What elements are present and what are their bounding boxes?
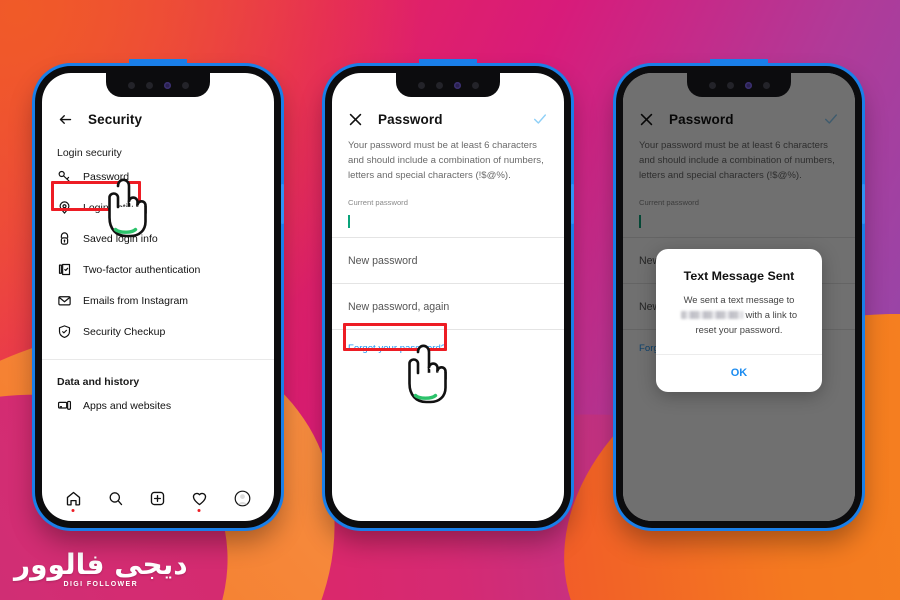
location-pin-icon — [57, 200, 72, 215]
nav-profile-avatar[interactable] — [233, 489, 252, 508]
dialog-title: Text Message Sent — [683, 269, 795, 283]
phone-mockup-security: Security Login security Password Login a… — [35, 59, 284, 528]
nav-badge-dot — [71, 508, 75, 512]
camera-dot-icon — [726, 81, 734, 89]
section-label-data-and-history: Data and history — [57, 376, 140, 388]
lock-icon — [57, 231, 72, 246]
sidebar-item-apps-and-websites[interactable]: Apps and websites — [42, 390, 274, 421]
nav-search-button[interactable] — [107, 490, 124, 507]
password-requirements-text: Your password must be at least 6 charact… — [348, 140, 544, 181]
sidebar-item-label: Apps and websites — [83, 399, 172, 412]
phone-screen-password: Password Your password must be at least … — [332, 73, 564, 521]
nav-add-post-button[interactable] — [149, 490, 166, 507]
dialog-body-before: We sent a text message to — [683, 294, 795, 305]
apps-websites-icon — [57, 398, 72, 413]
camera-dot-icon — [762, 81, 770, 89]
nav-badge-dot — [197, 508, 201, 512]
sidebar-item-label: Password — [83, 170, 130, 183]
sidebar-item-two-factor-authentication[interactable]: Two-factor authentication — [42, 254, 274, 285]
new-password-again-field[interactable]: New password, again — [332, 284, 564, 329]
current-password-field[interactable]: Current password — [332, 184, 564, 237]
data-history-list: Apps and websites — [42, 390, 274, 423]
page-title: Password — [378, 111, 443, 127]
phone-mockup-password-form: Password Your password must be at least … — [325, 59, 574, 528]
camera-dot-icon — [127, 81, 135, 89]
dialog-ok-button[interactable]: OK — [656, 355, 822, 392]
phone-notch — [396, 73, 500, 97]
nav-activity-button[interactable] — [191, 490, 208, 512]
sidebar-item-security-checkup[interactable]: Security Checkup — [42, 316, 274, 347]
watermark-english-text: DIGI FOLLOWER — [63, 581, 139, 588]
sidebar-item-emails-from-instagram[interactable]: Emails from Instagram — [42, 285, 274, 316]
phone-mockup-text-message-sent: Password Your password must be at least … — [616, 59, 865, 528]
sidebar-item-label: Two-factor authentication — [83, 263, 201, 276]
phone-speaker-tab — [710, 59, 768, 66]
phone-speaker-tab — [419, 59, 477, 66]
text-caret-icon — [348, 214, 350, 228]
text-message-sent-dialog: Text Message Sent We sent a text message… — [656, 249, 822, 393]
section-label-login-security: Login security — [57, 147, 122, 159]
close-icon[interactable] — [347, 111, 364, 128]
checkmark-icon[interactable] — [532, 111, 548, 127]
two-factor-icon — [57, 262, 72, 277]
phone-side-button — [571, 184, 574, 224]
watermark-persian-text: دیجی فالوور — [14, 548, 188, 581]
shield-check-icon — [57, 324, 72, 339]
camera-dot-icon — [181, 81, 189, 89]
phone-speaker-tab — [129, 59, 187, 66]
instagram-bottom-nav — [42, 481, 274, 515]
camera-dot-icon — [417, 81, 425, 89]
sidebar-item-label: Security Checkup — [83, 325, 166, 338]
poster-stage: دیجی فالوور DIGI FOLLOWER Security Login… — [0, 0, 900, 600]
arrow-left-icon[interactable] — [57, 112, 74, 127]
sidebar-item-label: Emails from Instagram — [83, 294, 189, 307]
sidebar-item-label: Login activity — [83, 201, 144, 214]
field-placeholder: New password, again — [348, 300, 450, 313]
camera-lens-icon — [163, 81, 171, 89]
camera-lens-icon — [453, 81, 461, 89]
login-security-list: Password Login activity Saved login info… — [42, 161, 274, 349]
field-label: Current password — [348, 197, 408, 207]
camera-dot-icon — [471, 81, 479, 89]
watermark-logo: دیجی فالوور DIGI FOLLOWER — [14, 548, 188, 589]
envelope-icon — [57, 293, 72, 308]
phone-side-button — [281, 184, 284, 224]
phone-screen-security: Security Login security Password Login a… — [42, 73, 274, 521]
camera-dot-icon — [145, 81, 153, 89]
phone-notch — [687, 73, 791, 97]
phone-screen-modal: Password Your password must be at least … — [623, 73, 855, 521]
sidebar-item-password[interactable]: Password — [42, 161, 274, 192]
dialog-body: We sent a text message to with a link to… — [656, 283, 822, 354]
camera-dot-icon — [435, 81, 443, 89]
new-password-field[interactable]: New password — [332, 238, 564, 283]
page-title: Security — [88, 111, 143, 127]
field-placeholder: New password — [348, 254, 418, 267]
camera-lens-icon — [744, 81, 752, 89]
field-value — [348, 207, 548, 237]
forgot-password-link[interactable]: Forgot your password? — [332, 330, 564, 354]
nav-home-button[interactable] — [65, 490, 82, 512]
key-icon — [57, 169, 72, 184]
camera-dot-icon — [708, 81, 716, 89]
sidebar-item-saved-login-info[interactable]: Saved login info — [42, 223, 274, 254]
sidebar-item-label: Saved login info — [83, 232, 158, 245]
redacted-phone-number — [680, 311, 743, 320]
sidebar-item-login-activity[interactable]: Login activity — [42, 192, 274, 223]
phone-side-button — [862, 184, 865, 224]
phone-notch — [106, 73, 210, 97]
